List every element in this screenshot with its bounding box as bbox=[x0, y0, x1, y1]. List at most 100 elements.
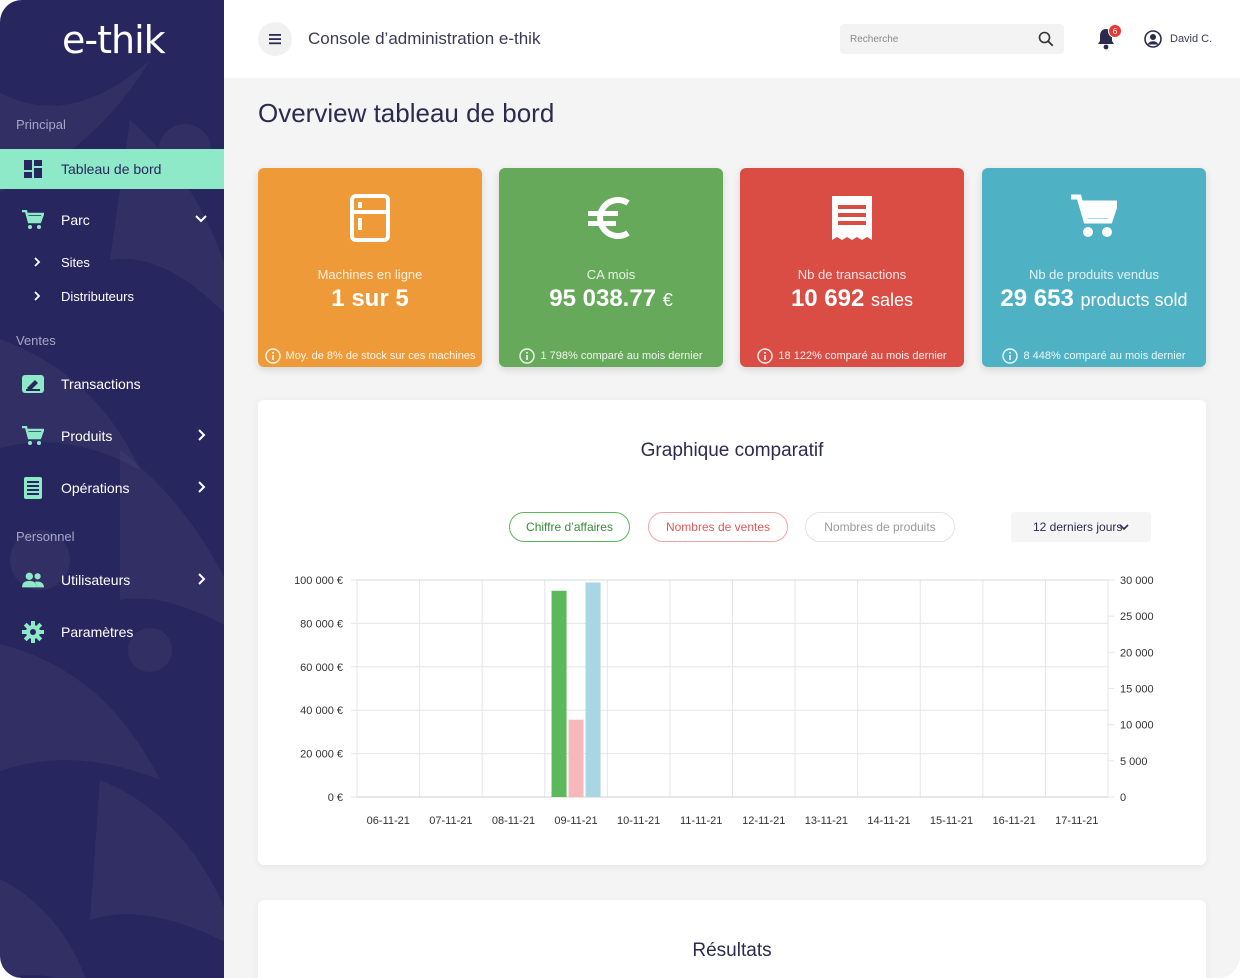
users-icon bbox=[22, 569, 44, 591]
y-right-tick-label: 20 000 bbox=[1120, 647, 1154, 659]
x-tick-label: 09-11-21 bbox=[554, 815, 597, 827]
sidebar-item-transactions[interactable]: Transactions bbox=[0, 364, 224, 404]
notification-badge: 6 bbox=[1108, 24, 1122, 38]
kpi-footer: 1 798% comparé au mois dernier bbox=[499, 348, 723, 364]
section-label-ventes: Ventes bbox=[16, 333, 56, 348]
y-left-tick-label: 60 000 € bbox=[300, 662, 343, 674]
chart-bar bbox=[551, 590, 567, 797]
app-frame: e-thik Principal Tableau de bord Parc Si… bbox=[0, 0, 1240, 978]
page-title: Overview tableau de bord bbox=[258, 98, 555, 128]
user-circle-icon bbox=[1144, 30, 1162, 48]
x-tick-label: 12-11-21 bbox=[742, 815, 785, 827]
gear-icon bbox=[22, 621, 44, 643]
search-icon[interactable] bbox=[1038, 31, 1054, 47]
kpi-footer: 18 122% comparé au mois dernier bbox=[740, 348, 964, 364]
chevron-right-icon bbox=[34, 291, 41, 301]
user-menu[interactable]: David C. bbox=[1144, 28, 1212, 50]
section-label-principal: Principal bbox=[16, 117, 66, 132]
sidebar-item-parametres[interactable]: Paramètres bbox=[0, 612, 224, 652]
fridge-icon bbox=[258, 194, 482, 244]
y-right-tick-label: 0 bbox=[1120, 792, 1126, 804]
kpi-card-transactions[interactable]: Nb de transactions 10 692 sales 18 122% … bbox=[740, 168, 964, 367]
search-box bbox=[840, 24, 1064, 54]
x-tick-label: 10-11-21 bbox=[617, 815, 660, 827]
hamburger-icon bbox=[269, 34, 281, 45]
x-tick-label: 07-11-21 bbox=[429, 815, 472, 827]
sidebar-item-label: Utilisateurs bbox=[61, 572, 131, 588]
sidebar-item-parc[interactable]: Parc bbox=[0, 200, 224, 240]
header-title: Console d’administration e-thik bbox=[308, 29, 541, 48]
brand-logo[interactable]: e-thik bbox=[62, 18, 166, 62]
kpi-value: 29 653 products sold bbox=[1000, 285, 1188, 312]
kpi-value: 1 sur 5 bbox=[331, 285, 409, 312]
results-panel: Résultats bbox=[258, 900, 1206, 978]
kpi-card-ca-mois[interactable]: CA mois 95 038.77 € 1 798% comparé au mo… bbox=[499, 168, 723, 367]
info-icon bbox=[264, 348, 281, 364]
kpi-value: 95 038.77 € bbox=[549, 285, 673, 312]
cart-icon bbox=[982, 194, 1206, 244]
sidebar-item-label: Produits bbox=[61, 428, 113, 444]
chevron-down-icon bbox=[1119, 524, 1129, 531]
x-tick-label: 14-11-21 bbox=[867, 815, 910, 827]
menu-toggle-button[interactable] bbox=[258, 22, 292, 56]
y-left-tick-label: 0 € bbox=[328, 792, 343, 804]
y-right-tick-label: 15 000 bbox=[1120, 684, 1154, 696]
y-right-tick-label: 10 000 bbox=[1120, 720, 1154, 732]
y-left-tick-label: 80 000 € bbox=[300, 618, 343, 630]
info-icon bbox=[1002, 348, 1019, 364]
x-tick-label: 15-11-21 bbox=[930, 815, 973, 827]
y-left-tick-label: 40 000 € bbox=[300, 705, 343, 717]
section-label-personnel: Personnel bbox=[16, 529, 75, 544]
cart-icon bbox=[22, 209, 44, 231]
kpi-label: Nb de transactions bbox=[797, 267, 907, 282]
sidebar-item-label: Tableau de bord bbox=[61, 161, 162, 177]
euro-icon bbox=[499, 194, 723, 244]
comparison-chart: 0 € 20 000 € 40 000 € 60 000 € 80 000 € 100 0… bbox=[294, 575, 1154, 827]
search-input[interactable] bbox=[840, 24, 1030, 54]
chevron-right-icon bbox=[198, 573, 206, 585]
list-icon bbox=[22, 477, 44, 499]
chevron-right-icon bbox=[198, 429, 206, 441]
results-title: Résultats bbox=[692, 940, 772, 961]
sidebar-subitem-label: Distributeurs bbox=[61, 288, 134, 304]
sidebar: e-thik Principal Tableau de bord Parc Si… bbox=[0, 0, 224, 978]
x-tick-label: 06-11-21 bbox=[367, 815, 410, 827]
chevron-right-icon bbox=[34, 257, 41, 267]
sidebar-item-utilisateurs[interactable]: Utilisateurs bbox=[0, 560, 224, 600]
user-name: David C. bbox=[1170, 33, 1213, 45]
x-tick-label: 08-11-21 bbox=[492, 815, 535, 827]
sidebar-item-tableau-de-bord[interactable]: Tableau de bord bbox=[0, 149, 224, 189]
sidebar-item-operations[interactable]: Opérations bbox=[0, 468, 224, 508]
filter-nombres-ventes[interactable]: Nombres de ventes bbox=[648, 512, 788, 542]
y-right-tick-label: 30 000 bbox=[1120, 575, 1154, 587]
sidebar-item-label: Opérations bbox=[61, 480, 130, 496]
kpi-card-produits-vendus[interactable]: Nb de produits vendus 29 653 products so… bbox=[982, 168, 1206, 367]
x-tick-label: 17-11-21 bbox=[1055, 815, 1098, 827]
info-icon bbox=[519, 348, 536, 364]
sidebar-item-label: Paramètres bbox=[61, 624, 134, 640]
sidebar-item-label: Transactions bbox=[61, 376, 141, 392]
kpi-label: Machines en ligne bbox=[317, 267, 423, 282]
receipt-icon bbox=[740, 194, 964, 244]
sidebar-item-produits[interactable]: Produits bbox=[0, 416, 224, 456]
dashboard-icon bbox=[22, 158, 44, 180]
y-left-tick-label: 100 000 € bbox=[294, 575, 343, 587]
kpi-card-machines[interactable]: Machines en ligne 1 sur 5 Moy. de 8% de … bbox=[258, 168, 482, 367]
chart-bar bbox=[585, 582, 601, 797]
x-tick-label: 16-11-21 bbox=[993, 815, 1036, 827]
info-icon bbox=[757, 348, 774, 364]
sidebar-subitem-distributeurs[interactable]: Distributeurs bbox=[0, 281, 224, 311]
filter-chiffre-affaires[interactable]: Chiffre d’affaires bbox=[509, 512, 630, 542]
chevron-down-icon bbox=[195, 215, 207, 223]
filter-nombres-produits[interactable]: Nombres de produits bbox=[805, 512, 955, 542]
period-select[interactable]: 12 derniers jours bbox=[1011, 512, 1151, 542]
chevron-right-icon bbox=[198, 481, 206, 493]
y-right-tick-label: 25 000 bbox=[1120, 611, 1154, 623]
chart-title: Graphique comparatif bbox=[640, 440, 824, 461]
y-left-tick-label: 20 000 € bbox=[300, 749, 343, 761]
sidebar-subitem-sites[interactable]: Sites bbox=[0, 247, 224, 277]
period-select-value: 12 derniers jours bbox=[1033, 520, 1123, 534]
kpi-footer: Moy. de 8% de stock sur ces machines bbox=[258, 348, 482, 364]
kpi-footer: 8 448% comparé au mois dernier bbox=[982, 348, 1206, 364]
kpi-label: CA mois bbox=[586, 267, 636, 282]
